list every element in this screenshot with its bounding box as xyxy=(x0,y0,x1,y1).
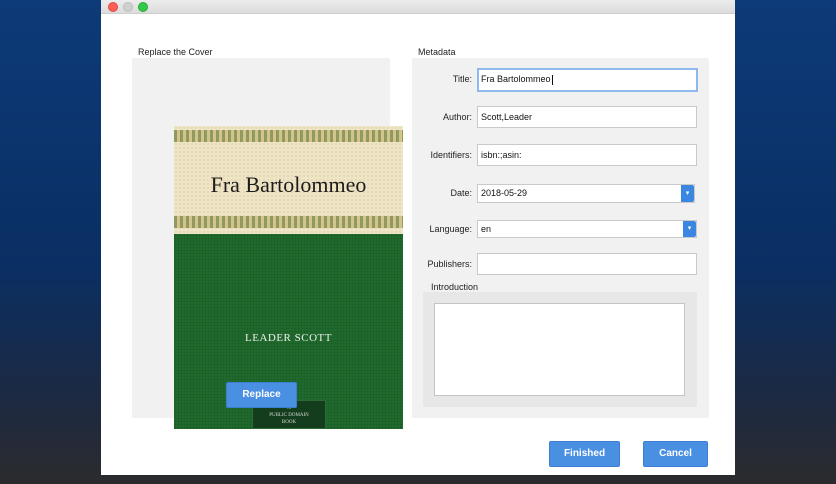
cover-top-area: Fra Bartolommeo xyxy=(174,126,403,234)
cover-panel: Fra Bartolommeo LEADER SCOTT A PUBLIC DO… xyxy=(132,58,403,429)
introduction-textarea[interactable] xyxy=(434,303,685,396)
language-value: en xyxy=(481,224,492,234)
cover-border-bottom xyxy=(174,216,403,228)
chevron-down-icon[interactable]: ▾ xyxy=(683,221,696,237)
language-label: Language: xyxy=(429,224,472,234)
metadata-section-label: Metadata xyxy=(418,47,456,57)
date-label: Date: xyxy=(450,188,472,198)
introduction-box xyxy=(423,292,697,407)
text-caret xyxy=(551,74,553,85)
publishers-field[interactable] xyxy=(477,253,697,275)
publishers-label: Publishers: xyxy=(427,259,472,269)
language-select[interactable]: en ▾ xyxy=(477,220,697,238)
minimize-window-button[interactable] xyxy=(123,2,133,12)
identifiers-field[interactable]: isbn:;asin: xyxy=(477,144,697,166)
badge-line: BOOK xyxy=(281,420,297,425)
zoom-window-button[interactable] xyxy=(138,2,148,12)
title-bar xyxy=(101,0,735,14)
metadata-panel: Title: Fra Bartolommeo Author: Scott,Lea… xyxy=(412,58,709,418)
chevron-down-icon[interactable]: ▾ xyxy=(681,185,694,202)
dialog-window: Replace the Cover Fra Bartolommeo LEADER… xyxy=(101,0,735,475)
cover-border-top xyxy=(174,130,403,142)
author-field[interactable]: Scott,Leader xyxy=(477,106,697,128)
title-field[interactable]: Fra Bartolommeo xyxy=(477,68,698,92)
cover-author-text: LEADER SCOTT xyxy=(245,332,332,344)
identifiers-label: Identifiers: xyxy=(430,150,472,160)
replace-button[interactable]: Replace xyxy=(226,382,297,408)
close-window-button[interactable] xyxy=(108,2,118,12)
date-select[interactable]: 2018-05-29 ▾ xyxy=(477,184,695,203)
cover-title-text: Fra Bartolommeo xyxy=(210,172,367,197)
title-value: Fra Bartolommeo xyxy=(481,74,551,84)
introduction-label: Introduction xyxy=(431,282,479,292)
cancel-button[interactable]: Cancel xyxy=(643,441,708,467)
author-label: Author: xyxy=(442,112,472,122)
date-value: 2018-05-29 xyxy=(481,188,528,198)
finished-button[interactable]: Finished xyxy=(549,441,620,467)
title-label: Title: xyxy=(452,74,472,84)
cover-section-label: Replace the Cover xyxy=(138,47,213,57)
badge-line: PUBLIC DOMAIN xyxy=(269,413,309,418)
